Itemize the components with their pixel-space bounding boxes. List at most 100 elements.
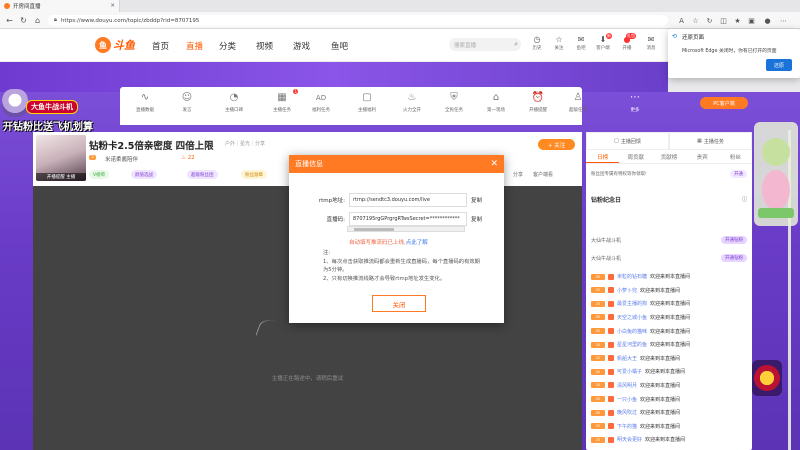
chat-username[interactable]: 下午的猫 <box>617 423 637 430</box>
follow-tool[interactable]: ☆ 关注 <box>551 35 567 51</box>
tab-fans[interactable]: 粉丝 <box>719 152 752 163</box>
client-tool[interactable]: ⬇ 客户端新 <box>595 33 612 51</box>
tool-task[interactable]: ▦ 主播任务 1 <box>269 89 298 113</box>
tool-remind[interactable]: ⏰ 开播提醒 <box>525 92 551 113</box>
chat-username[interactable]: 小萝卜兜 <box>617 287 637 294</box>
message-tool[interactable]: ✉ 消息 <box>643 35 659 51</box>
more-icon[interactable]: ⋯ <box>778 15 789 26</box>
chat-username[interactable]: 可爱小橘子 <box>617 368 642 375</box>
room-tag[interactable]: 粉丝勋章 <box>241 170 267 179</box>
nav-game[interactable]: 游戏 <box>293 40 310 52</box>
nav-video[interactable]: 视频 <box>256 40 273 52</box>
copy-rtmp-button[interactable]: 复制 <box>471 196 482 204</box>
extension-icon[interactable]: ◫ <box>718 15 729 26</box>
user-level-badge: 20 <box>591 328 605 335</box>
chat-username[interactable]: 明天会更好 <box>617 436 642 443</box>
profile-icon[interactable]: ● <box>762 15 773 26</box>
nav-home[interactable]: 首页 <box>152 40 169 52</box>
nav-category[interactable]: 分类 <box>219 40 236 52</box>
info-icon[interactable]: ⓘ <box>742 196 747 203</box>
streamer-avatar[interactable]: 开播提醒 主播 <box>36 135 86 181</box>
chat-username[interactable]: 一只小鱼 <box>617 396 637 403</box>
search-input[interactable]: 搜索直播 ⌕ <box>449 38 521 51</box>
chat-username[interactable]: 最爱主播的狗 <box>617 300 647 307</box>
game-logo-icon[interactable] <box>752 360 782 396</box>
favorites-icon[interactable]: ★ <box>732 15 743 26</box>
rank-name[interactable]: 大仙牛战斗机 <box>591 255 621 262</box>
copy-key-button[interactable]: 复制 <box>471 215 482 223</box>
pc-client-button[interactable]: PC客户端 <box>700 97 748 109</box>
nav-live[interactable]: 直播 <box>186 40 203 52</box>
user-level-badge: 20 <box>591 355 605 362</box>
url-field[interactable]: 🔒︎ https://www.douyu.com/topic/zbddp?rid… <box>48 15 668 26</box>
key-field-scrollbar[interactable] <box>347 226 465 232</box>
tool-super[interactable]: ♙ 超级任务 <box>565 92 591 113</box>
stream-key-field[interactable]: 8707195rgGPrgrgRTwsSecret=************ <box>349 212 467 226</box>
follow-button[interactable]: + 关注 <box>538 139 575 150</box>
tab-contribution[interactable]: 贡献榜 <box>652 152 685 163</box>
tool-speak[interactable]: ☺ 发言 <box>174 92 200 113</box>
refresh-icon[interactable]: ↻ <box>704 15 715 26</box>
chat-username[interactable]: 晚风吹过 <box>617 409 637 416</box>
history-tool[interactable]: ◷ 历史 <box>529 35 545 51</box>
room-tag[interactable]: 超级粉丝团 <box>187 170 218 179</box>
streamer-name[interactable]: 米诺柔酱陪伴 <box>105 155 138 163</box>
tab-vip[interactable]: 贵宾 <box>686 152 719 163</box>
chess-icon: ♙ <box>573 92 583 103</box>
tool-all[interactable]: ⛨ 全民任务 <box>441 92 467 113</box>
yuba-tool[interactable]: ✉ 鱼吧 <box>573 35 589 51</box>
chat-username[interactable]: 小白兔的猫咪 <box>617 328 647 335</box>
tool-data[interactable]: ∿ 直播数据 <box>132 92 158 113</box>
rank-name[interactable]: 大仙牛战斗机 <box>591 237 621 244</box>
broadcast-tool[interactable]: ● 开播 礼包 <box>619 33 636 51</box>
home-icon[interactable]: ⌂ <box>32 15 43 26</box>
medal-icon <box>608 382 614 389</box>
anchor-feedback-button[interactable]: ▢ 主播回馈 <box>586 132 669 150</box>
close-icon[interactable]: ✕ <box>490 159 498 169</box>
tab-weekly[interactable]: 周贡献 <box>619 152 652 163</box>
tool-scene[interactable]: ⌂ 第一现场 <box>483 92 509 113</box>
nav-yuba[interactable]: 鱼吧 <box>331 40 348 52</box>
learn-more-link[interactable]: 点此了解 <box>406 240 428 246</box>
chat-username[interactable]: 清风明月 <box>617 382 637 389</box>
favorite-icon[interactable]: ☆ <box>690 15 701 26</box>
open-diamond-button[interactable]: 开通钻粉 <box>721 254 747 262</box>
scrollbar-thumb[interactable] <box>354 228 394 231</box>
open-fan-club-button[interactable]: 开通 <box>730 170 747 178</box>
restore-button[interactable]: 还原 <box>766 59 792 71</box>
room-category[interactable]: 户外｜星光｜分享 <box>225 140 265 147</box>
rtmp-address-field[interactable]: rtmp://sendtc3.douyu.com/live <box>349 193 467 207</box>
tool-fire[interactable]: ♨ 火力全开 <box>399 92 425 113</box>
search-icon[interactable]: ⌕ <box>514 40 518 49</box>
user-level-badge: 20 <box>591 423 605 430</box>
share-button[interactable]: 分享 <box>513 171 523 178</box>
yuba-label: 鱼吧 <box>576 46 586 51</box>
chat-username[interactable]: 星星河里的鱼 <box>617 341 647 348</box>
room-tag[interactable]: 颜值选战 <box>131 170 157 179</box>
event-decoration-image[interactable] <box>752 120 800 230</box>
back-icon[interactable]: ← <box>4 15 15 26</box>
collections-icon[interactable]: ▣ <box>746 15 757 26</box>
hot-count: ♨ 22 <box>181 155 195 161</box>
read-aloud-icon[interactable]: A <box>676 15 687 26</box>
douyu-logo[interactable]: 鱼 斗鱼 <box>95 35 141 55</box>
room-tag[interactable]: V榜单 <box>89 170 110 179</box>
overlay-tag: 大鱼牛战斗机 <box>26 100 78 114</box>
chat-username[interactable]: 米粒的钻石糖 <box>617 273 647 280</box>
wave-icon: ∿ <box>140 92 150 103</box>
tool-more[interactable]: ⋯ 更多 <box>622 92 648 113</box>
chat-username[interactable]: 帆船大王 <box>617 355 637 362</box>
tab-close-icon[interactable]: ✕ <box>110 3 115 9</box>
refresh-icon[interactable]: ↻ <box>18 15 29 26</box>
chat-username[interactable]: 天空之城小鱼 <box>617 314 647 321</box>
tool-gift[interactable]: ▢ 主播福利 <box>354 92 380 113</box>
tool-reputation[interactable]: ◔ 主播口碑 <box>221 92 247 113</box>
anchor-task-button[interactable]: ▦ 主播任务 <box>669 132 752 150</box>
close-button[interactable]: 关闭 <box>372 295 426 312</box>
client-watch-button[interactable]: 客户端看 <box>533 171 553 178</box>
browser-tab[interactable]: 开房间直播 ✕ <box>0 0 120 12</box>
tool-welfare[interactable]: AD 福利任务 <box>308 92 334 113</box>
fan-note-text: 粉丝团专属有特权等你领取! <box>591 172 647 177</box>
tab-daily[interactable]: 日榜 <box>586 152 620 163</box>
open-diamond-button[interactable]: 开通钻粉 <box>721 236 747 244</box>
